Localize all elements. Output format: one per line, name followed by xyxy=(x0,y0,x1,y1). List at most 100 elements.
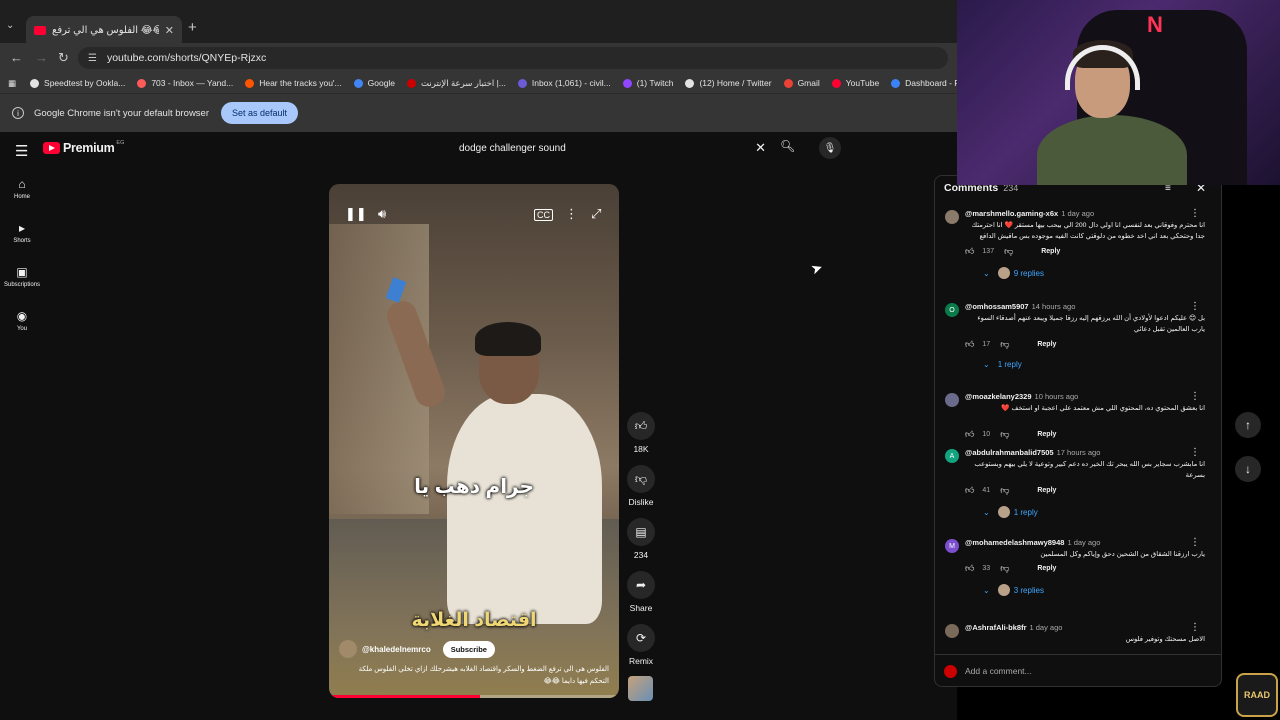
video-progress-bar[interactable] xyxy=(329,695,619,698)
comment-dislike-icon[interactable]: 👎︎ xyxy=(1000,339,1009,350)
comment-like-icon[interactable]: 👍︎ xyxy=(965,246,974,257)
comment-reply-button[interactable]: Reply xyxy=(1037,565,1056,572)
url-field[interactable]: ☰ youtube.com/shorts/QNYEp-Rjzxc xyxy=(78,47,948,69)
commenter-avatar[interactable]: A xyxy=(945,449,959,463)
commenter-avatar[interactable] xyxy=(945,210,959,224)
sound-thumbnail[interactable] xyxy=(628,676,653,701)
guide-item-shorts[interactable]: ▸ Shorts xyxy=(0,221,44,244)
comment-reply-button[interactable]: Reply xyxy=(1041,248,1060,255)
bookmark-item[interactable]: اختبار سرعة الإنترنت |... xyxy=(407,78,506,89)
channel-name[interactable]: @khaledelnemrco xyxy=(362,645,431,654)
view-replies-button[interactable]: ⌄ 9 replies xyxy=(983,267,1044,279)
bookmark-item[interactable]: (12) Home / Twitter xyxy=(685,78,772,88)
bookmark-item[interactable]: Google xyxy=(353,78,395,88)
guide-item-you[interactable]: ◉ You xyxy=(0,309,44,332)
bookmark-item[interactable]: YouTube xyxy=(831,78,879,88)
remix-button[interactable]: ⟳ Remix xyxy=(621,624,661,666)
comment-more-icon[interactable]: ⋮ xyxy=(1190,301,1200,312)
add-comment-input[interactable]: Add a comment... xyxy=(965,666,1032,676)
comment-more-icon[interactable]: ⋮ xyxy=(1190,537,1200,548)
pause-icon[interactable]: ❚❚ xyxy=(345,206,367,222)
guide-item-home[interactable]: ⌂ Home xyxy=(0,177,44,200)
search-icon[interactable]: 🔍︎ xyxy=(780,139,795,153)
bookmark-item[interactable]: (1) Twitch xyxy=(622,78,674,88)
comment-dislike-icon[interactable]: 👎︎ xyxy=(1000,485,1009,496)
commenter-avatar[interactable] xyxy=(945,624,959,638)
dislike-button[interactable]: 👎︎ Dislike xyxy=(621,465,661,507)
comment-author-name[interactable]: @mohamedelashmawy8948 xyxy=(965,538,1064,547)
tab-close-icon[interactable]: ✕ xyxy=(165,24,174,37)
comment-like-icon[interactable]: 👍︎ xyxy=(965,485,974,496)
comment-reply-button[interactable]: Reply xyxy=(1037,341,1056,348)
apps-icon[interactable]: ▦ xyxy=(8,78,16,89)
reload-icon[interactable]: ↻ xyxy=(58,50,69,66)
captions-icon[interactable]: CC xyxy=(534,209,553,221)
comment-more-icon[interactable]: ⋮ xyxy=(1190,622,1200,633)
forward-icon[interactable]: → xyxy=(35,50,48,65)
view-replies-button[interactable]: ⌄ 1 reply xyxy=(983,360,1022,369)
subscribe-button[interactable]: Subscribe xyxy=(442,640,495,658)
bookmark-item[interactable]: Inbox (1,061) - civil... xyxy=(517,78,611,88)
comment-author[interactable]: @omhossam5907 14 hours ago xyxy=(965,302,1075,311)
chevron-down-icon: ⌄ xyxy=(983,360,990,369)
guide-item-subscriptions[interactable]: ▣ Subscriptions xyxy=(0,265,44,288)
bookmark-item[interactable]: Hear the tracks you'... xyxy=(245,78,342,88)
comment-like-icon[interactable]: 👍︎ xyxy=(965,429,974,440)
back-icon[interactable]: ← xyxy=(10,50,23,65)
bookmark-item[interactable]: 703 - Inbox — Yand... xyxy=(137,78,233,88)
comment-more-icon[interactable]: ⋮ xyxy=(1190,447,1200,458)
comment-reply-button[interactable]: Reply xyxy=(1037,487,1056,494)
next-short-icon[interactable]: ↓ xyxy=(1235,456,1261,482)
bookmark-item[interactable]: Gmail xyxy=(783,78,820,88)
comment-more-icon[interactable]: ⋮ xyxy=(1190,208,1200,219)
comment-author-name[interactable]: @AshrafAli-bk8fr xyxy=(965,623,1027,632)
view-replies-button[interactable]: ⌄ 1 reply xyxy=(983,506,1038,518)
shorts-video-player[interactable]: ❚❚ 🔊︎ CC ⋮ ⤢ جرام دهب يا اقتصاد الغلابة … xyxy=(329,184,619,698)
site-info-icon[interactable]: ☰ xyxy=(88,53,97,64)
more-options-icon[interactable]: ⋮ xyxy=(565,206,578,222)
comment-dislike-icon[interactable]: 👎︎ xyxy=(1000,429,1009,440)
new-tab-icon[interactable]: + xyxy=(188,19,197,36)
comment-author[interactable]: @abdulrahmanbalid7505 17 hours ago xyxy=(965,448,1100,457)
fullscreen-icon[interactable]: ⤢ xyxy=(591,206,601,222)
comment-author[interactable]: @AshrafAli-bk8fr 1 day ago xyxy=(965,623,1062,632)
commenter-avatar[interactable]: O xyxy=(945,303,959,317)
comment-author[interactable]: @moazkelany2329 10 hours ago xyxy=(965,392,1078,401)
microphone-icon[interactable]: 🎙︎ xyxy=(819,137,841,159)
volume-icon[interactable]: 🔊︎ xyxy=(378,206,386,222)
comment-author[interactable]: @mohamedelashmawy8948 1 day ago xyxy=(965,538,1100,547)
view-replies-button[interactable]: ⌄ 3 replies xyxy=(983,584,1044,596)
active-tab[interactable]: الفلوس هي الي ترفع 😂😂 ✕ xyxy=(26,16,182,44)
clear-search-icon[interactable]: ✕ xyxy=(755,140,766,156)
comment-author-name[interactable]: @moazkelany2329 xyxy=(965,392,1032,401)
remix-icon: ⟳ xyxy=(627,624,655,652)
comment-reply-button[interactable]: Reply xyxy=(1037,431,1056,438)
set-default-button[interactable]: Set as default xyxy=(221,102,299,124)
bookmark-item[interactable]: Dashboard - Restre... xyxy=(891,78,957,88)
channel-avatar[interactable] xyxy=(339,640,357,658)
video-description[interactable]: الفلوس هي الي ترفع الضغط والسكر واقتصاد … xyxy=(339,664,609,688)
commenter-avatar[interactable] xyxy=(945,393,959,407)
comment-like-icon[interactable]: 👍︎ xyxy=(965,339,974,350)
comments-button[interactable]: ▤ 234 xyxy=(621,518,661,560)
comment-more-icon[interactable]: ⋮ xyxy=(1190,391,1200,402)
comment-dislike-icon[interactable]: 👎︎ xyxy=(1004,246,1013,257)
bookmark-item[interactable]: Speedtest by Ookla... xyxy=(30,78,125,88)
previous-short-icon[interactable]: ↑ xyxy=(1235,412,1261,438)
search-input[interactable]: dodge challenger sound ✕ xyxy=(450,135,775,161)
comment-like-icon[interactable]: 👍︎ xyxy=(965,563,974,574)
comment-author-name[interactable]: @marshmello.gaming-x6x xyxy=(965,209,1058,218)
comment-dislike-icon[interactable]: 👎︎ xyxy=(1000,563,1009,574)
add-comment-row[interactable]: Add a comment... xyxy=(935,654,1221,686)
menu-icon[interactable]: ☰ xyxy=(15,142,28,160)
comment-author[interactable]: @marshmello.gaming-x6x 1 day ago xyxy=(965,209,1094,218)
bookmark-label: (1) Twitch xyxy=(636,78,674,88)
commenter-avatar[interactable]: M xyxy=(945,539,959,553)
comment-author-name[interactable]: @omhossam5907 xyxy=(965,302,1029,311)
youtube-logo[interactable]: Premium EG xyxy=(43,140,124,155)
like-button[interactable]: 👍︎ 18K xyxy=(621,412,661,454)
youtube-play-icon xyxy=(43,142,60,154)
comment-author-name[interactable]: @abdulrahmanbalid7505 xyxy=(965,448,1054,457)
tab-search-icon[interactable]: ⌄ xyxy=(6,20,14,31)
share-button[interactable]: ➦ Share xyxy=(621,571,661,613)
